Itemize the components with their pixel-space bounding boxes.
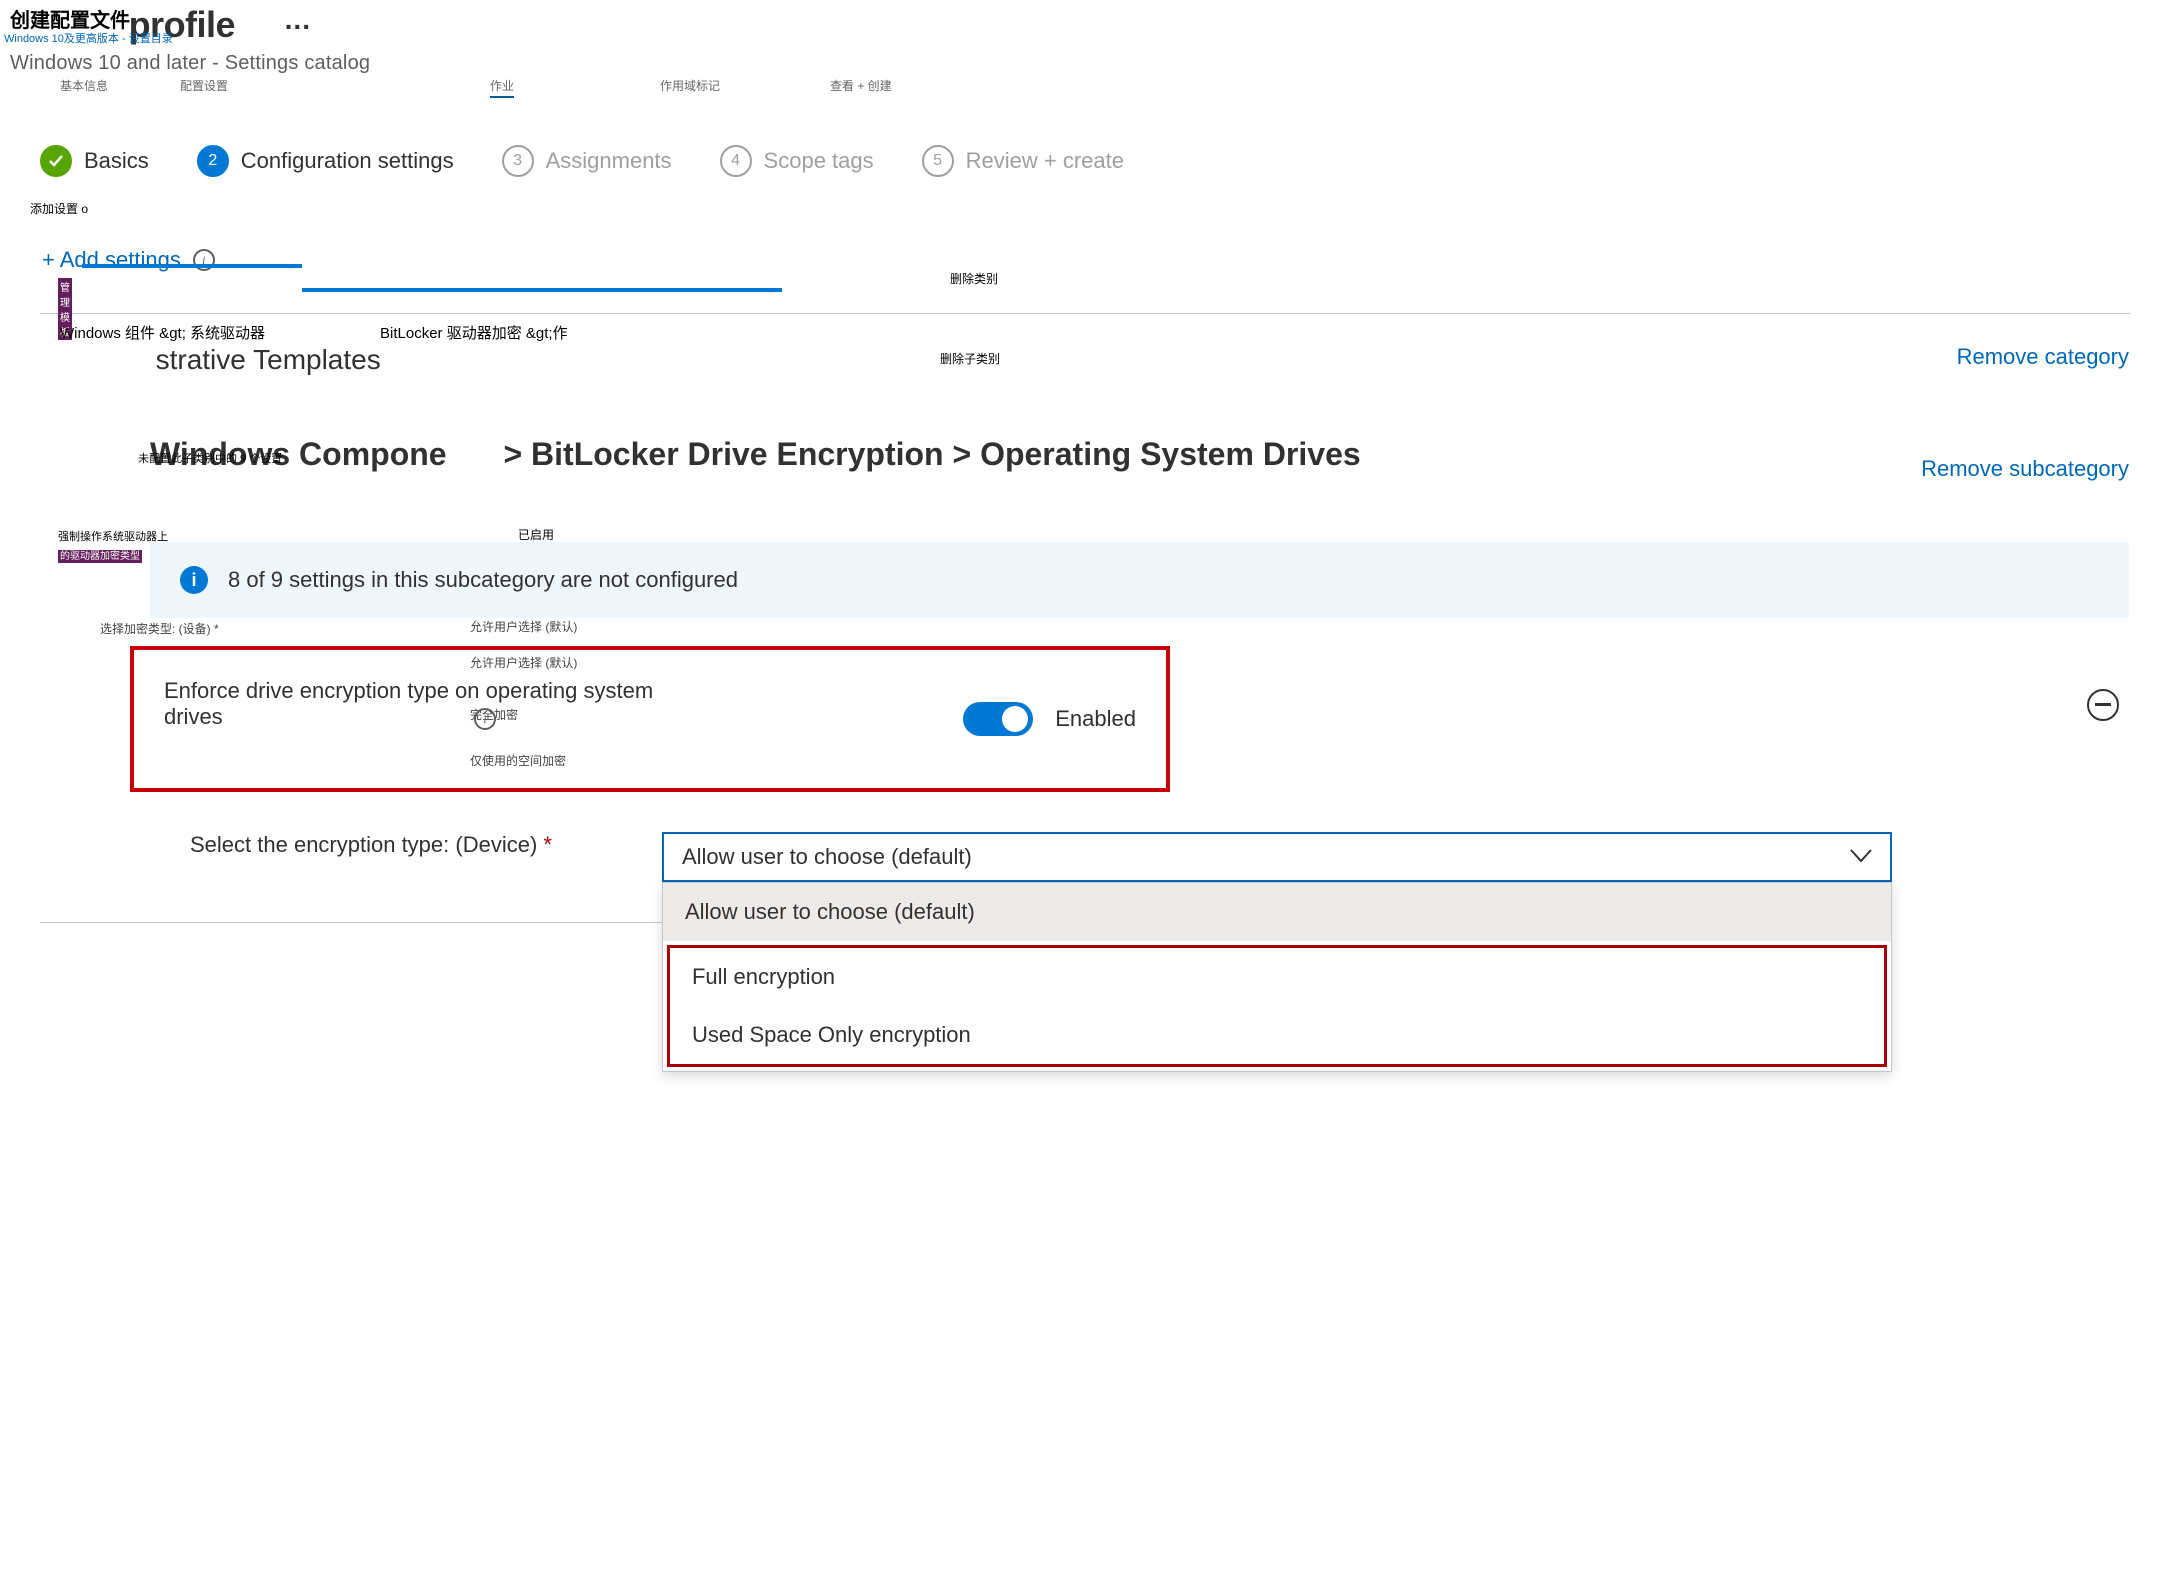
info-banner: i 8 of 9 settings in this subcategory ar… [150, 542, 2129, 618]
info-icon: i [180, 566, 208, 594]
check-icon [40, 145, 72, 177]
enabled-toggle[interactable] [963, 702, 1033, 736]
encryption-type-label: Select the encryption type: (Device) * [190, 832, 552, 858]
page-subtitle: Windows 10 and later - Settings catalog [10, 52, 2159, 75]
option-allow-user[interactable]: Allow user to choose (default) [663, 883, 1891, 941]
overlay-tab-config: 配置设置 [180, 77, 228, 94]
overlay-enabled-cn: 已启用 [518, 526, 554, 543]
setting-label: Enforce drive encryption type on operati… [164, 678, 684, 730]
overlay-enforce-l2: 的驱动器加密类型 [58, 546, 142, 562]
category-title: Administrative Templates [10, 344, 381, 376]
more-actions-button[interactable]: ··· [285, 11, 311, 43]
encryption-type-dropdown: Allow user to choose (default) Full encr… [662, 882, 1892, 1072]
overlay-bitlocker-cn: BitLocker 驱动器加密 &gt;作 [380, 322, 568, 343]
overlay-tab-assign: 作业 [490, 77, 514, 98]
encryption-type-select[interactable]: Allow user to choose (default) [662, 832, 1892, 882]
step-number: 5 [922, 145, 954, 177]
option-full-encryption[interactable]: Full encryption [670, 948, 1884, 1006]
overlay-win-components-cn: Windows 组件 &gt; 系统驱动器 [60, 322, 265, 346]
divider [40, 313, 2130, 314]
step-number: 2 [197, 145, 229, 177]
step-label: Basics [84, 148, 149, 174]
chevron-down-icon [1850, 846, 1872, 869]
step-number: 4 [720, 145, 752, 177]
step-scope-tags[interactable]: 4 Scope tags [720, 145, 874, 177]
step-review-create[interactable]: 5 Review + create [922, 145, 1124, 177]
active-step-underline [302, 288, 782, 292]
step-label: Assignments [546, 148, 672, 174]
option-used-space-only[interactable]: Used Space Only encryption [670, 1006, 1884, 1064]
info-icon[interactable]: i [474, 708, 496, 730]
overlay-tab-scope: 作用域标记 [660, 77, 720, 94]
step-basics[interactable]: Basics [40, 145, 149, 177]
subcategory-breadcrumb: Windows Components > BitLocker Drive Enc… [10, 432, 1361, 477]
wizard-connector [82, 264, 302, 268]
toggle-label: Enabled [1055, 706, 1136, 732]
step-label: Review + create [966, 148, 1124, 174]
select-value: Allow user to choose (default) [682, 844, 972, 870]
add-settings-link[interactable]: + Add settings i [10, 247, 2159, 273]
step-number: 3 [502, 145, 534, 177]
overlay-tab-basic: 基本信息 [60, 77, 108, 94]
remove-category-link[interactable]: Remove category [1957, 344, 2129, 370]
info-banner-text: 8 of 9 settings in this subcategory are … [228, 567, 738, 593]
add-settings-label: + Add settings [42, 247, 181, 273]
step-assignments[interactable]: 3 Assignments [502, 145, 672, 177]
wizard-steps: Basics 2 Configuration settings 3 Assign… [10, 145, 2159, 177]
required-indicator: * [543, 832, 552, 857]
collapse-icon[interactable] [2087, 689, 2119, 721]
overlay-tab-review: 查看 + 创建 [830, 77, 892, 94]
setting-enforce-encryption: Enforce drive encryption type on operati… [130, 646, 1170, 792]
step-label: Configuration settings [241, 148, 454, 174]
step-label: Scope tags [764, 148, 874, 174]
remove-subcategory-link[interactable]: Remove subcategory [1921, 456, 2129, 482]
page-title: Create profile ··· [10, 0, 2159, 46]
step-configuration-settings[interactable]: 2 Configuration settings [197, 145, 454, 177]
